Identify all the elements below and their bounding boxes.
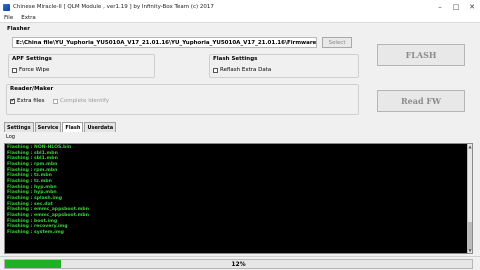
maximize-icon[interactable]: □ <box>448 0 464 14</box>
firmware-path-field[interactable]: E:\China file\YU_Yuphoria_YU5010A_V17_21… <box>12 37 317 48</box>
menu-bar: File Extra <box>0 14 480 23</box>
minimize-icon[interactable]: – <box>432 0 448 14</box>
progress-text: 12% <box>231 261 246 268</box>
reflash-extra-checkbox[interactable]: Reflash Extra Data <box>213 67 271 73</box>
menu-extra[interactable]: Extra <box>17 15 40 21</box>
log-scrollbar[interactable]: ▲ ▼ <box>467 144 472 253</box>
close-icon[interactable]: ✕ <box>464 0 480 14</box>
extra-files-box[interactable] <box>10 97 16 104</box>
progress-bar: 12% <box>4 259 473 269</box>
force-wipe-label: Force Wipe <box>19 67 50 73</box>
apf-settings-title: APF Settings <box>12 56 52 62</box>
app-icon <box>3 3 10 11</box>
flash-settings-group: Flash Settings Reflash Extra Data <box>209 54 359 78</box>
title-bar: Chinese Miracle-II [ QLM Module , ver1.1… <box>0 0 480 14</box>
status-bar: 12% <box>0 256 480 270</box>
force-wipe-checkbox[interactable]: Force Wipe <box>12 67 49 73</box>
extra-files-label: Extra files <box>17 98 45 104</box>
extra-files-checkbox[interactable]: Extra files <box>10 97 45 104</box>
window-controls: – □ ✕ <box>432 0 480 14</box>
force-wipe-box[interactable] <box>12 67 17 73</box>
flash-settings-title: Flash Settings <box>213 56 258 62</box>
log-line: Flashing : system.img <box>7 229 64 235</box>
window-title: Chinese Miracle-II [ QLM Module , ver1.1… <box>13 4 214 10</box>
scrollbar-thumb[interactable] <box>468 222 472 250</box>
complete-identify-box[interactable] <box>53 98 58 104</box>
scroll-down-icon[interactable]: ▼ <box>468 248 472 253</box>
flasher-label: Flasher <box>7 26 30 32</box>
flash-button[interactable]: FLASH <box>377 44 465 66</box>
flasher-panel: Flasher E:\China file\YU_Yuphoria_YU5010… <box>4 25 362 118</box>
complete-identify-checkbox[interactable]: Complete Identify <box>53 98 109 104</box>
apf-settings-group: APF Settings Force Wipe <box>8 54 155 78</box>
log-console[interactable]: Flashing : NON-HLOS.bin Flashing : sbl1.… <box>4 143 473 254</box>
reader-maker-group: Reader/Maker Extra files Complete Identi… <box>6 84 359 115</box>
tab-bar: Settings Service Flash Userdata <box>4 122 117 132</box>
reflash-extra-label: Reflash Extra Data <box>220 67 272 73</box>
tab-flash[interactable]: Flash <box>62 122 84 132</box>
tab-service[interactable]: Service <box>34 122 62 132</box>
tab-settings[interactable]: Settings <box>4 122 34 132</box>
menu-file[interactable]: File <box>0 15 17 21</box>
log-label: Log <box>6 134 15 140</box>
tab-userdata[interactable]: Userdata <box>84 122 117 132</box>
reader-maker-title: Reader/Maker <box>10 86 54 92</box>
complete-identify-label: Complete Identify <box>60 98 110 104</box>
scroll-up-icon[interactable]: ▲ <box>468 144 472 149</box>
read-fw-button[interactable]: Read FW <box>377 90 465 112</box>
reflash-extra-box[interactable] <box>213 67 218 73</box>
select-button[interactable]: Select <box>322 37 352 48</box>
